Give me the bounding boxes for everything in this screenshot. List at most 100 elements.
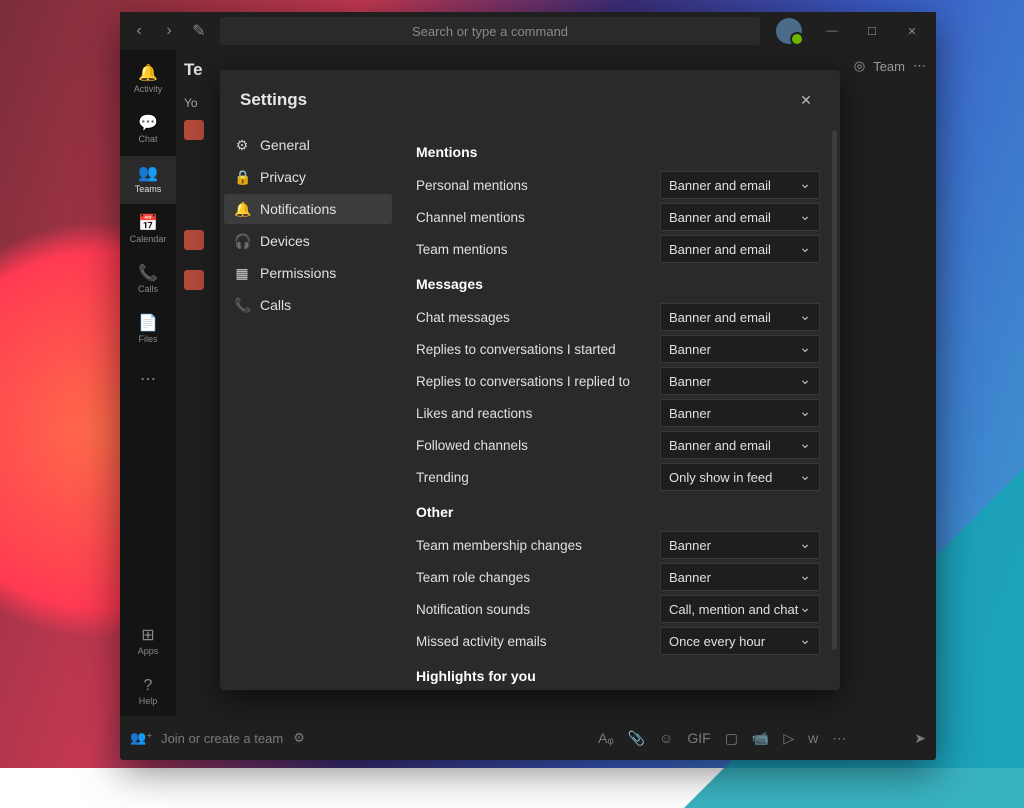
window-minimize-button[interactable]: —	[812, 12, 852, 50]
help-icon: ?	[144, 678, 153, 694]
emoji-icon[interactable]: ☺	[659, 730, 673, 746]
section-title: Other	[416, 504, 820, 520]
setting-dropdown[interactable]: Banner	[660, 367, 820, 395]
phone-icon: 📞	[138, 266, 158, 282]
compose-toolbar: Aᵩ 📎 ☺ GIF ▢ 📹 ▷ w ⋯ ➤	[598, 730, 926, 747]
send-icon[interactable]: ➤	[914, 730, 926, 747]
settings-content: Mentions Personal mentionsBanner and emai…	[400, 124, 840, 690]
setting-dropdown[interactable]: Banner and email	[660, 203, 820, 231]
setting-dropdown[interactable]: Banner and email	[660, 303, 820, 331]
team-tile[interactable]	[184, 120, 204, 140]
nav-forward-button[interactable]: ›	[154, 16, 184, 46]
manage-teams-button[interactable]: ⚙	[293, 730, 305, 746]
rail-help[interactable]: ?Help	[120, 668, 176, 716]
setting-dropdown[interactable]: Banner and email	[660, 235, 820, 263]
header-more-button[interactable]: ⋯	[913, 58, 926, 74]
setting-label: Followed channels	[416, 438, 660, 453]
setting-label: Notification sounds	[416, 602, 660, 617]
search-input[interactable]: Search or type a command	[220, 17, 760, 45]
setting-dropdown[interactable]: Banner	[660, 563, 820, 591]
calendar-icon: 📅	[138, 216, 158, 232]
setting-label: Team membership changes	[416, 538, 660, 553]
settings-modal: Settings ✕ ⚙General 🔒Privacy 🔔Notificati…	[220, 70, 840, 690]
permissions-icon: ▦	[234, 265, 250, 282]
more-icon: ⋯	[140, 372, 156, 388]
org-icon: ◎	[854, 58, 865, 74]
setting-row: Team role changesBanner	[416, 562, 820, 592]
setting-label: Replies to conversations I started	[416, 342, 660, 357]
scrollbar[interactable]	[832, 130, 837, 650]
wiki-icon[interactable]: w	[808, 730, 818, 746]
rail-teams[interactable]: 👥Teams	[120, 156, 176, 204]
setting-row: Missed activity emailsOnce every hour	[416, 626, 820, 656]
modal-title: Settings	[240, 90, 307, 110]
modal-close-button[interactable]: ✕	[792, 86, 820, 114]
tab-general[interactable]: ⚙General	[224, 130, 392, 160]
bell-icon: 🔔	[234, 201, 250, 218]
setting-row: Chat messagesBanner and email	[416, 302, 820, 332]
format-icon[interactable]: Aᵩ	[598, 730, 614, 746]
compose-more-icon[interactable]: ⋯	[832, 730, 846, 747]
team-tile[interactable]	[184, 270, 204, 290]
header-team-label: Team	[873, 59, 905, 74]
setting-dropdown[interactable]: Banner and email	[660, 431, 820, 459]
setting-row: Team mentionsBanner and email	[416, 234, 820, 264]
tab-calls[interactable]: 📞Calls	[224, 290, 392, 320]
meet-icon[interactable]: 📹	[752, 730, 769, 747]
rail-apps[interactable]: ⊞Apps	[120, 618, 176, 666]
setting-dropdown[interactable]: Banner	[660, 531, 820, 559]
setting-label: Missed activity emails	[416, 634, 660, 649]
window-maximize-button[interactable]: ☐	[852, 12, 892, 50]
rail-activity[interactable]: 🔔Activity	[120, 56, 176, 104]
stream-icon[interactable]: ▷	[783, 730, 794, 747]
tab-privacy[interactable]: 🔒Privacy	[224, 162, 392, 192]
headset-icon: 🎧	[234, 233, 250, 250]
tab-devices[interactable]: 🎧Devices	[224, 226, 392, 256]
setting-dropdown[interactable]: Banner	[660, 399, 820, 427]
rail-chat[interactable]: 💬Chat	[120, 106, 176, 154]
tab-permissions[interactable]: ▦Permissions	[224, 258, 392, 288]
setting-row: Replies to conversations I replied toBan…	[416, 366, 820, 396]
setting-label: Likes and reactions	[416, 406, 660, 421]
footer-bar: 👥⁺ Join or create a team ⚙ Aᵩ 📎 ☺ GIF ▢ …	[120, 716, 936, 760]
setting-label: Team role changes	[416, 570, 660, 585]
setting-row: TrendingOnly show in feed	[416, 462, 820, 492]
team-tile[interactable]	[184, 230, 204, 250]
rail-files[interactable]: 📄Files	[120, 306, 176, 354]
setting-label: Chat messages	[416, 310, 660, 325]
join-team-button[interactable]: 👥⁺ Join or create a team	[130, 730, 283, 746]
titlebar: ‹ › ✎ Search or type a command — ☐ ✕	[120, 12, 936, 50]
setting-dropdown[interactable]: Banner and email	[660, 171, 820, 199]
add-team-icon: 👥⁺	[130, 730, 153, 746]
rail-more[interactable]: ⋯	[120, 356, 176, 404]
setting-dropdown[interactable]: Once every hour	[660, 627, 820, 655]
setting-label: Trending	[416, 470, 660, 485]
rail-calendar[interactable]: 📅Calendar	[120, 206, 176, 254]
settings-tablist: ⚙General 🔒Privacy 🔔Notifications 🎧Device…	[220, 124, 400, 690]
gear-icon: ⚙	[234, 137, 250, 154]
attach-icon[interactable]: 📎	[628, 730, 645, 747]
setting-label: Channel mentions	[416, 210, 660, 225]
user-avatar[interactable]	[776, 18, 802, 44]
rail-calls[interactable]: 📞Calls	[120, 256, 176, 304]
apps-icon: ⊞	[141, 628, 154, 644]
window-close-button[interactable]: ✕	[892, 12, 932, 50]
setting-row: Team membership changesBanner	[416, 530, 820, 560]
gif-icon[interactable]: GIF	[687, 730, 710, 746]
section-title: Highlights for you	[416, 668, 820, 684]
sticker-icon[interactable]: ▢	[725, 730, 738, 747]
setting-row: Channel mentionsBanner and email	[416, 202, 820, 232]
lock-icon: 🔒	[234, 169, 250, 186]
setting-dropdown[interactable]: Call, mention and chat	[660, 595, 820, 623]
setting-row: Followed channelsBanner and email	[416, 430, 820, 460]
setting-row: Personal mentionsBanner and email	[416, 170, 820, 200]
tab-notifications[interactable]: 🔔Notifications	[224, 194, 392, 224]
setting-dropdown[interactable]: Only show in feed	[660, 463, 820, 491]
setting-row: Likes and reactionsBanner	[416, 398, 820, 428]
channel-header-actions: ◎ Team ⋯	[854, 58, 926, 74]
section-title: Mentions	[416, 144, 820, 160]
nav-back-button[interactable]: ‹	[124, 16, 154, 46]
setting-dropdown[interactable]: Banner	[660, 335, 820, 363]
compose-button[interactable]: ✎	[184, 16, 214, 46]
setting-label: Team mentions	[416, 242, 660, 257]
